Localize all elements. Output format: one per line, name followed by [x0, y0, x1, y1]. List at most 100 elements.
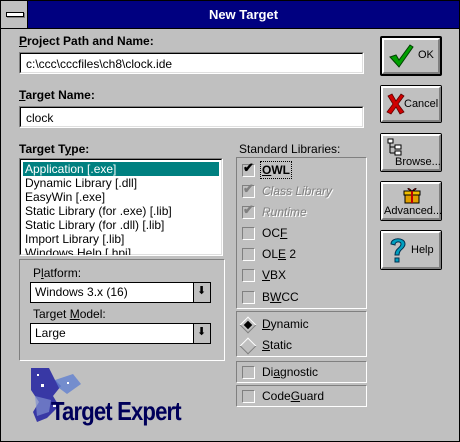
check-icon: ✔: [243, 160, 254, 175]
target-type-label-pre: Target T: [19, 142, 65, 156]
dynamic-label[interactable]: Dynamic: [262, 317, 309, 331]
dynamic-label-rest: ynamic: [270, 317, 309, 331]
ok-button[interactable]: OK: [380, 36, 442, 76]
target-model-label: Target Model:: [33, 307, 106, 321]
radio-dot-icon: [243, 320, 253, 330]
platform-select-value: Windows 3.x (16): [35, 285, 128, 299]
check-icon: ✔: [243, 181, 254, 196]
list-item[interactable]: Static Library (for .dll) [.lib]: [23, 218, 219, 232]
owl-label-accel: O: [262, 163, 272, 177]
system-menu-icon: [6, 12, 24, 17]
new-target-dialog: New Target Project Path and Name: c:\ccc…: [0, 0, 460, 442]
static-label-accel: S: [262, 338, 271, 352]
list-item[interactable]: Dynamic Library [.dll]: [23, 176, 219, 190]
platform-label: Platform:: [33, 266, 81, 280]
project-path-label-accel: P: [19, 34, 28, 48]
diagnostic-label[interactable]: Diagnostic: [262, 365, 318, 379]
bwcc-label-pre: B: [262, 290, 271, 304]
codeguard-label-pre: Code: [262, 389, 291, 403]
platform-dropdown-button[interactable]: ⬇: [193, 283, 210, 302]
ole2-label-accel: E: [278, 247, 287, 261]
target-name-input[interactable]: clock: [20, 107, 363, 127]
target-model-select[interactable]: Large ⬇: [30, 323, 211, 344]
platform-label-pre: P: [33, 266, 42, 280]
platform-label-rest: atform:: [43, 266, 82, 280]
vbx-checkbox[interactable]: [242, 269, 255, 282]
ocf-label[interactable]: OCF: [262, 226, 287, 240]
cancel-button-label: Cancel: [404, 98, 439, 110]
bwcc-label-rest: CC: [281, 290, 299, 304]
target-name-label-text: arget Name:: [25, 88, 95, 102]
codeguard-label-accel: G: [290, 389, 301, 403]
advanced-button[interactable]: Advanced...: [380, 181, 442, 221]
ole2-label[interactable]: OLE 2: [262, 247, 296, 261]
target-name-label: Target Name:: [19, 88, 95, 102]
target-model-label-accel: M: [69, 307, 80, 321]
static-label-rest: tatic: [270, 338, 293, 352]
bwcc-label[interactable]: BWCC: [262, 290, 299, 304]
list-item[interactable]: Static Library (for .exe) [.lib]: [23, 204, 219, 218]
browse-button[interactable]: Browse...: [380, 133, 442, 172]
target-type-listbox-inner: Application [.exe] Dynamic Library [.dll…: [20, 159, 222, 255]
list-item[interactable]: EasyWin [.exe]: [23, 190, 219, 204]
vbx-label[interactable]: VBX: [262, 268, 286, 282]
codeguard-label-rest: uard: [300, 389, 325, 403]
checkmark-icon: [389, 44, 414, 68]
runtime-checkbox: ✔: [242, 202, 255, 219]
list-item[interactable]: Import Library [.lib]: [23, 232, 219, 246]
diagnostic-label-pre: Di: [262, 365, 274, 379]
project-path-label-text: roject Path and Name:: [27, 34, 154, 48]
target-model-dropdown-button[interactable]: ⬇: [193, 324, 210, 343]
project-path-label: Project Path and Name:: [19, 34, 154, 48]
bwcc-checkbox[interactable]: [242, 291, 255, 304]
runtime-label: Runtime: [262, 205, 307, 219]
target-type-listbox[interactable]: Application [.exe] Dynamic Library [.dll…: [19, 158, 223, 256]
title-bar: New Target: [1, 1, 459, 29]
help-button[interactable]: Help: [380, 230, 442, 270]
ole2-label-rest: 2: [286, 247, 297, 261]
target-model-label-pre: Target: [33, 307, 70, 321]
dropdown-arrow-icon: ⬇: [197, 326, 207, 338]
target-type-label: Target Type:: [19, 142, 89, 156]
window-title: New Target: [208, 7, 279, 22]
list-item[interactable]: Application [.exe]: [23, 162, 219, 176]
standard-libraries-group: [236, 157, 367, 309]
browse-button-label: Browse...: [395, 156, 441, 168]
diagnostic-checkbox[interactable]: [242, 366, 255, 379]
codeguard-checkbox[interactable]: [242, 390, 255, 403]
system-menu-button[interactable]: [1, 1, 28, 28]
ole2-label-pre: OL: [262, 247, 279, 261]
project-path-field-frame: c:\ccc\cccfiles\ch8\clock.ide: [19, 52, 364, 74]
bwcc-label-accel: W: [270, 290, 282, 304]
owl-label[interactable]: OWL: [260, 161, 292, 179]
standard-libraries-label: Standard Libraries:: [239, 142, 341, 156]
codeguard-label[interactable]: CodeGuard: [262, 389, 324, 403]
project-path-input[interactable]: c:\ccc\cccfiles\ch8\clock.ide: [20, 53, 363, 73]
advanced-button-label: Advanced...: [384, 205, 443, 217]
platform-select[interactable]: Windows 3.x (16) ⬇: [30, 282, 211, 303]
vbx-label-rest: BX: [270, 268, 287, 282]
logo-text: Target Expert: [51, 396, 182, 426]
help-button-label: Help: [411, 244, 434, 256]
cancel-button[interactable]: Cancel: [380, 85, 442, 123]
target-model-label-rest: odel:: [79, 307, 106, 321]
ocf-checkbox[interactable]: [242, 227, 255, 240]
dropdown-arrow-icon: ⬇: [197, 285, 207, 297]
dynamic-label-accel: D: [262, 317, 271, 331]
owl-label-text: OWL: [260, 161, 292, 179]
ole2-checkbox[interactable]: [242, 248, 255, 261]
list-item[interactable]: Windows Help [.hpj]: [23, 246, 219, 255]
owl-checkbox[interactable]: ✔: [242, 160, 255, 177]
ocf-label-pre: OC: [262, 226, 280, 240]
gift-box-icon: [403, 187, 421, 204]
target-expert-logo: Target Expert: [31, 366, 221, 431]
check-icon: ✔: [243, 202, 254, 217]
ok-button-label: OK: [418, 49, 434, 61]
static-label[interactable]: Static: [262, 338, 292, 352]
owl-label-rest: WL: [271, 163, 290, 177]
red-x-icon: [386, 93, 405, 115]
class-library-label: Class Library: [262, 184, 333, 198]
tree-browse-icon: [387, 138, 402, 156]
target-name-field-frame: clock: [19, 106, 364, 128]
question-mark-icon: [390, 238, 406, 263]
